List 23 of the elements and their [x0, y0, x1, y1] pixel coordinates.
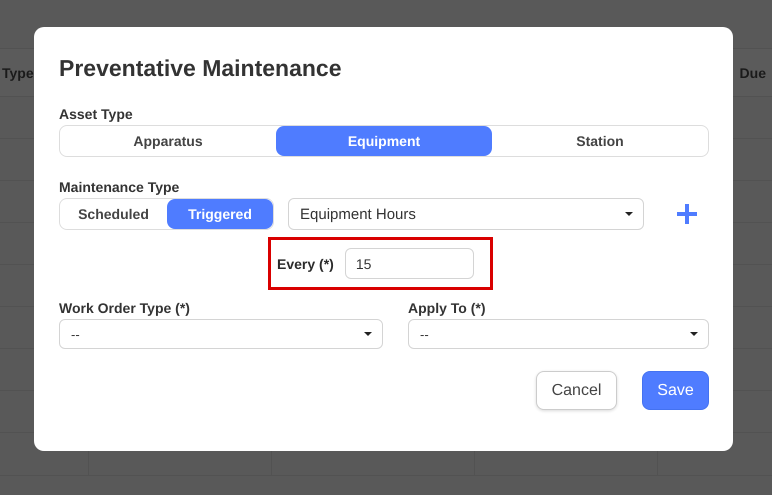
plus-icon[interactable]	[677, 204, 697, 224]
caret-icon	[625, 212, 633, 216]
segment-tab[interactable]: Equipment	[276, 126, 492, 156]
field-label: Work Order Type (*)	[59, 300, 191, 316]
caret-icon	[690, 332, 698, 336]
dropdown-select[interactable]: --	[59, 319, 383, 349]
column-header: Due	[740, 64, 767, 80]
segment-tab[interactable]: Station	[492, 126, 708, 156]
caret-icon	[364, 332, 372, 336]
field-label: Apply To (*)	[408, 300, 487, 316]
save-button[interactable]: Save	[642, 371, 709, 410]
field-label: Maintenance Type	[59, 179, 180, 195]
cancel-button[interactable]: Cancel	[536, 371, 617, 410]
dialog-title: Preventative Maintenance	[59, 55, 343, 82]
field-label: Every (*)	[277, 256, 334, 272]
segment-tab[interactable]: Triggered	[167, 199, 273, 229]
column-header: Type	[1, 64, 34, 80]
segment-tab[interactable]: Apparatus	[60, 126, 276, 156]
field-label: Asset Type	[59, 106, 134, 122]
segment-tab[interactable]: Scheduled	[60, 199, 167, 229]
input-field[interactable]: 15	[344, 248, 474, 279]
dropdown-select[interactable]: Equipment Hours	[288, 198, 644, 230]
dropdown-select[interactable]: --	[408, 319, 709, 349]
